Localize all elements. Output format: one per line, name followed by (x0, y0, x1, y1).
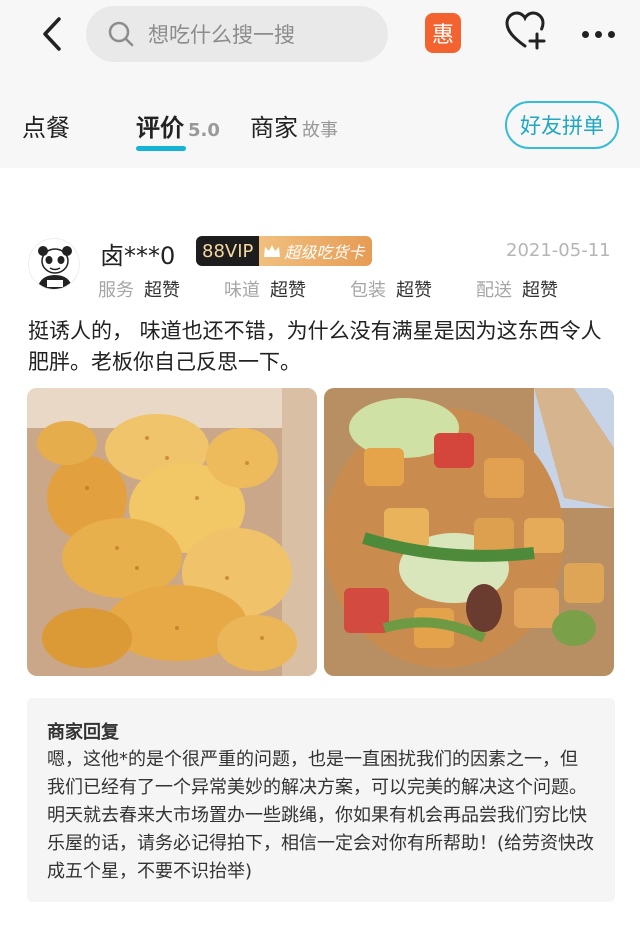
chevron-left-icon (43, 17, 61, 51)
vip-badge-label-wrap: 超级吃货卡 (259, 236, 373, 266)
rating-label: 包装 (350, 280, 386, 301)
avatar[interactable] (28, 238, 80, 290)
tab-reviews-score: 5.0 (188, 120, 220, 141)
tab-merchant-label: 商家 (250, 114, 298, 142)
username[interactable]: 卤***0 (100, 236, 175, 271)
favorite-button[interactable] (504, 10, 546, 52)
heart-plus-icon (505, 11, 546, 50)
potato-chips-photo (27, 388, 317, 676)
tab-merchant-sub: 故事 (302, 120, 338, 141)
review-text: 挺诱人的， 味道也还不错，为什么没有满星是因为这东西令人肥胖。老板你自己反思一下… (28, 319, 602, 374)
stir-fry-photo (324, 388, 614, 676)
vip-badge: 88VIP 超级吃货卡 (196, 236, 373, 266)
search-icon (108, 21, 134, 47)
rating-value: 超赞 (144, 280, 180, 301)
more-dots-icon (607, 30, 615, 38)
merchant-reply-text: 嗯，这他*的是个很严重的问题，也是一直困扰我们的因素之一，但我们已经有了一个异常… (47, 749, 595, 882)
rating-packaging: 包装 超赞 (350, 276, 476, 302)
tab-order-label: 点餐 (22, 114, 70, 142)
rating-label: 配送 (476, 280, 512, 301)
search-placeholder: 想吃什么搜一搜 (148, 23, 295, 47)
rating-delivery: 配送 超赞 (476, 276, 602, 302)
rating-service: 服务 超赞 (98, 276, 224, 302)
rating-row: 服务 超赞 味道 超赞 包装 超赞 配送 超赞 (98, 276, 602, 302)
tab-reviews-label: 评价 (136, 114, 184, 142)
rating-label: 服务 (98, 280, 134, 301)
merchant-reply-title: 商家回复 (47, 722, 119, 743)
vip-badge-label: 超级吃货卡 (284, 243, 365, 262)
more-dots-icon (594, 30, 602, 38)
friend-group-order-button[interactable]: 好友拼单 (505, 101, 619, 149)
vip-level: 88VIP (196, 236, 260, 266)
rating-label: 味道 (224, 280, 260, 301)
coupon-button[interactable]: 惠 (425, 13, 461, 53)
back-button[interactable] (32, 14, 72, 54)
review-card: 卤***0 88VIP 超级吃货卡 2021-05-11 服务 超赞 味道 超赞 包… (0, 168, 640, 926)
review-photo-stir-fry[interactable] (324, 388, 614, 676)
more-button[interactable] (574, 14, 622, 54)
merchant-reply: 商家回复 嗯，这他*的是个很严重的问题，也是一直困扰我们的因素之一，但我们已经有… (27, 698, 615, 902)
review-date: 2021-05-11 (506, 240, 611, 261)
tab-reviews[interactable]: 评价 5.0 (136, 108, 220, 143)
rating-value: 超赞 (270, 280, 306, 301)
search-input[interactable]: 想吃什么搜一搜 (86, 6, 388, 62)
review-photo-chips[interactable] (27, 388, 317, 676)
more-dots-icon (581, 30, 589, 38)
tab-order[interactable]: 点餐 (22, 108, 70, 143)
tab-bar: 点餐 评价 5.0 商家 故事 好友拼单 (0, 80, 640, 168)
active-tab-indicator (136, 146, 186, 151)
rating-taste: 味道 超赞 (224, 276, 350, 302)
rating-value: 超赞 (396, 280, 432, 301)
tab-merchant[interactable]: 商家 故事 (250, 108, 338, 143)
rating-value: 超赞 (522, 280, 558, 301)
panda-meme-avatar-icon (37, 246, 73, 289)
top-bar: 想吃什么搜一搜 惠 (0, 0, 640, 80)
crown-icon (264, 245, 281, 257)
